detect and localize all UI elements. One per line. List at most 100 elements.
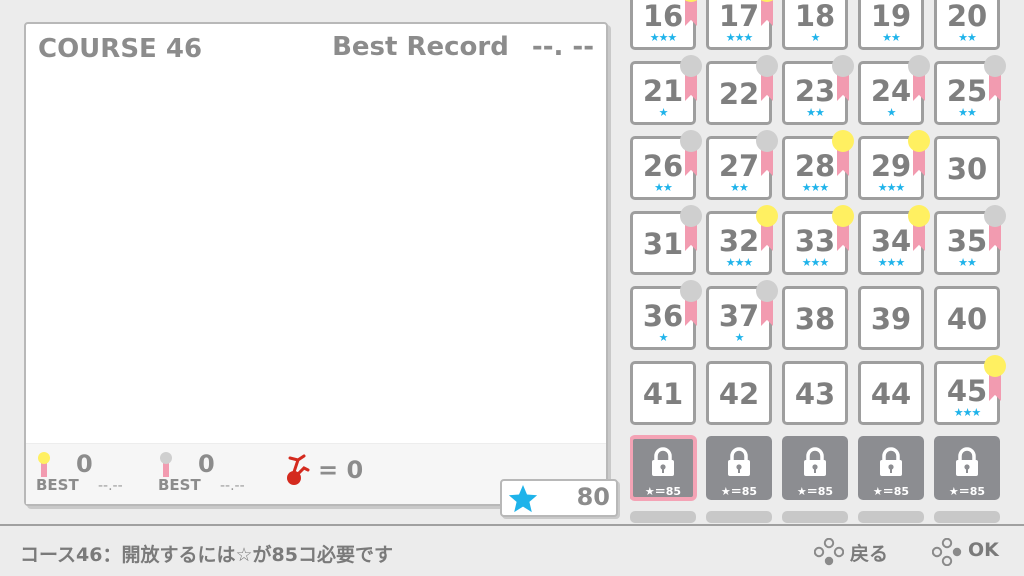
status-message: コース46：開放するには☆が85コ必要です (20, 544, 393, 566)
course-title: COURSE 46 (38, 34, 203, 64)
course-number: 20 (946, 0, 988, 33)
locked-course-tile[interactable] (934, 511, 1000, 523)
unlock-requirement: ★＝85 (720, 485, 758, 498)
course-tile[interactable]: 16 ★★★ (630, 0, 702, 50)
lock-icon (728, 447, 750, 476)
locked-course-tile[interactable]: ★＝85 (782, 436, 848, 500)
course-tile[interactable]: 25 ★★ (934, 55, 1006, 125)
course-tile[interactable]: 45 ★★★ (934, 355, 1006, 425)
locked-course-tile[interactable]: ★＝85 (934, 436, 1000, 500)
button-cluster-icon (932, 538, 962, 566)
locked-course-tile[interactable] (630, 511, 696, 523)
course-tile[interactable]: 35 ★★ (934, 205, 1006, 275)
bottom-bar: コース46：開放するには☆が85コ必要です 戻る OK (0, 524, 1024, 576)
silver-medal-icon (832, 55, 854, 111)
course-tile[interactable]: 27 ★★ (706, 130, 778, 200)
gold-medal-stat: 0 BEST --.-- (36, 450, 176, 500)
silver-medal-icon (756, 280, 778, 336)
fail-count: = 0 (318, 456, 364, 484)
gold-medal-icon (908, 205, 930, 261)
course-number: 38 (794, 302, 836, 336)
course-tile[interactable]: 30 (934, 136, 1000, 200)
silver-medal-icon (160, 452, 172, 478)
course-number: 42 (718, 377, 760, 411)
course-tile[interactable]: 39 (858, 286, 924, 350)
course-number: 19 (870, 0, 912, 33)
course-number: 43 (794, 377, 836, 411)
gold-medal-icon (984, 355, 1006, 411)
gold-medal-icon (756, 205, 778, 261)
unlock-requirement: ★＝85 (644, 485, 682, 498)
silver-best-time: --.-- (220, 478, 245, 494)
gold-medal-icon (832, 205, 854, 261)
silver-medal-stat: 0 BEST --.-- (158, 450, 298, 500)
gold-best-time: --.-- (98, 478, 123, 494)
course-tile[interactable]: 29 ★★★ (858, 130, 930, 200)
gold-best-label: BEST (36, 476, 79, 494)
course-tile[interactable]: 22 (706, 55, 778, 125)
silver-medal-icon (680, 280, 702, 336)
gold-medal-icon (908, 130, 930, 186)
locked-course-tile[interactable]: ★＝85 (630, 436, 696, 500)
silver-medal-icon (908, 55, 930, 111)
star-total-count: 80 (576, 483, 610, 511)
course-tile[interactable]: 32 ★★★ (706, 205, 778, 275)
course-stars: ★ (810, 31, 821, 44)
gold-medal-icon (38, 452, 50, 478)
locked-course-tile[interactable]: ★＝85 (706, 436, 772, 500)
course-tile[interactable]: 42 (706, 361, 772, 425)
silver-medal-icon (756, 130, 778, 186)
gold-medal-icon (832, 130, 854, 186)
fallen-character-icon (287, 454, 310, 485)
course-tile[interactable]: 19 ★★ (858, 0, 924, 50)
gold-medal-count: 0 (76, 450, 93, 478)
locked-course-tile[interactable] (858, 511, 924, 523)
silver-medal-icon (680, 130, 702, 186)
course-tile[interactable]: 17 ★★★ (706, 0, 778, 50)
course-tile[interactable]: 18 ★ (782, 0, 848, 50)
best-record-value: --. -- (531, 32, 594, 62)
star-icon (508, 485, 538, 513)
course-tile[interactable]: 37 ★ (706, 280, 778, 350)
gold-medal-icon (756, 0, 778, 36)
course-number: 41 (642, 377, 684, 411)
course-tile[interactable]: 28 ★★★ (782, 130, 854, 200)
back-label: 戻る (850, 543, 889, 565)
silver-medal-icon (756, 55, 778, 111)
course-number: 30 (946, 152, 988, 186)
course-stars: ★★ (882, 31, 901, 44)
course-number: 18 (794, 0, 836, 33)
locked-course-tile[interactable] (706, 511, 772, 523)
course-tile[interactable]: 36 ★ (630, 280, 702, 350)
course-tile[interactable]: 26 ★★ (630, 130, 702, 200)
course-tile[interactable]: 43 (782, 361, 848, 425)
locked-course-tile[interactable]: ★＝85 (858, 436, 924, 500)
lock-icon (956, 447, 978, 476)
silver-medal-icon (680, 55, 702, 111)
course-tile[interactable]: 41 (630, 361, 696, 425)
course-number: 39 (870, 302, 912, 336)
course-tile[interactable]: 44 (858, 361, 924, 425)
ok-label: OK (968, 539, 999, 561)
locked-course-tile[interactable] (782, 511, 848, 523)
button-cluster-icon (814, 538, 844, 566)
course-tile[interactable]: 23 ★★ (782, 55, 854, 125)
course-stars: ★★ (958, 31, 977, 44)
best-record: Best Record --. -- (332, 32, 594, 62)
course-tile[interactable]: 31 (630, 205, 702, 275)
lock-icon (880, 447, 902, 476)
course-tile[interactable]: 33 ★★★ (782, 205, 854, 275)
silver-medal-icon (984, 55, 1006, 111)
best-record-label: Best Record (332, 32, 509, 62)
course-number: 44 (870, 377, 912, 411)
fail-stat: = 0 (284, 452, 404, 492)
silver-medal-count: 0 (198, 450, 215, 478)
course-tile[interactable]: 24 ★ (858, 55, 930, 125)
course-tile[interactable]: 40 (934, 286, 1000, 350)
course-tile[interactable]: 34 ★★★ (858, 205, 930, 275)
course-tile[interactable]: 21 ★ (630, 55, 702, 125)
course-tile[interactable]: 38 (782, 286, 848, 350)
course-tile[interactable]: 20 ★★ (934, 0, 1000, 50)
lock-icon (652, 447, 674, 476)
course-number: 40 (946, 302, 988, 336)
